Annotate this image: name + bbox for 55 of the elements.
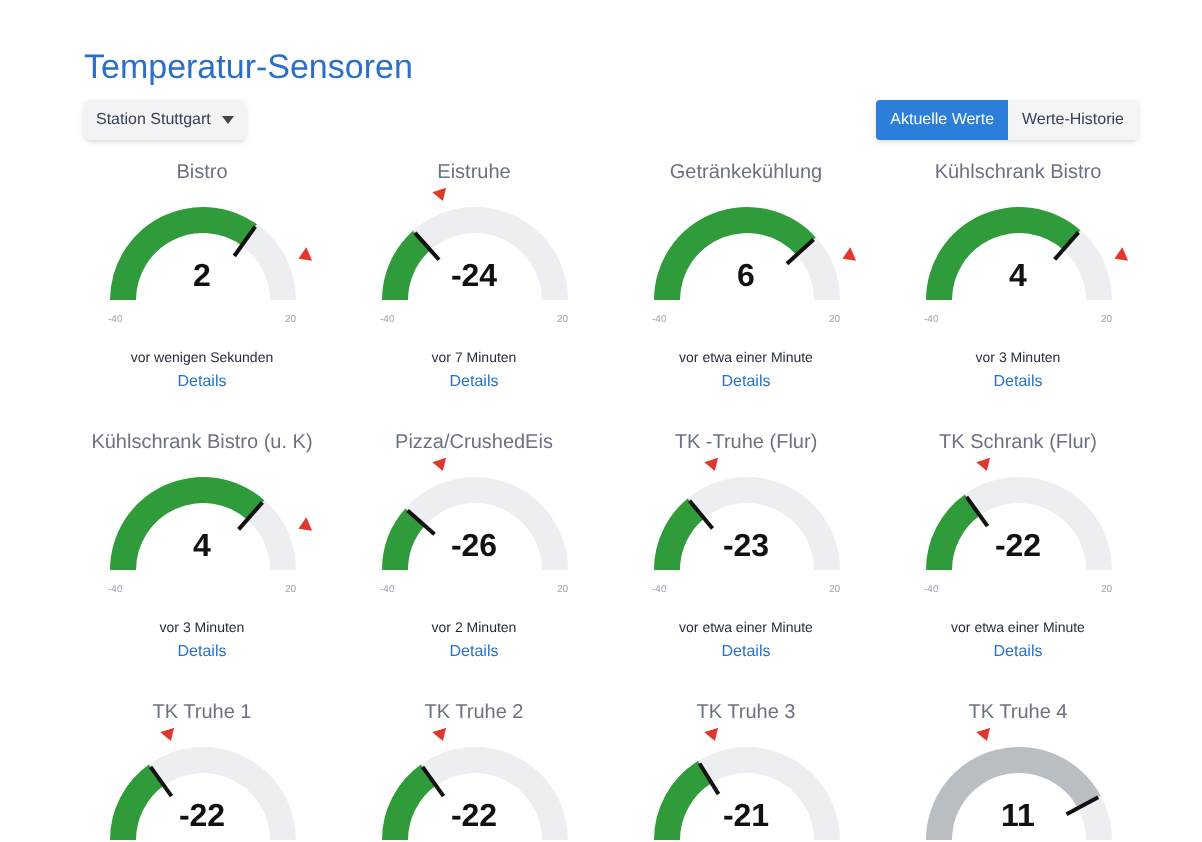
gauge-needle	[1064, 795, 1099, 817]
view-tab[interactable]: Aktuelle Werte	[876, 100, 1009, 140]
details-link[interactable]: Details	[721, 370, 771, 394]
gauge-needle	[1052, 231, 1079, 261]
gauge-needle	[419, 765, 445, 798]
sensor-value: -21	[720, 800, 772, 836]
caret-icon	[222, 116, 235, 124]
sensor-name: Kühlschrank Bistro	[934, 160, 1102, 188]
gauge-needle	[963, 495, 989, 528]
gauge-needle	[784, 238, 814, 266]
sensor-value: -22	[448, 800, 500, 836]
gauge-track	[696, 747, 839, 840]
gauge-needle	[412, 231, 440, 262]
station-dropdown[interactable]: Station Stuttgart	[84, 100, 247, 140]
details-link[interactable]: Details	[449, 640, 499, 664]
sensor-name: TK -Truhe (Flur)	[674, 430, 818, 458]
sensor-value: 6	[735, 260, 757, 296]
sensor-name: TK Truhe 4	[968, 700, 1068, 728]
gauge-needle	[231, 225, 256, 258]
view-tab[interactable]: Werte-Historie	[1008, 100, 1138, 140]
sensor-value: -23	[720, 530, 772, 566]
details-link[interactable]: Details	[993, 370, 1043, 394]
sensor-name: TK Truhe 1	[152, 700, 252, 728]
sensor-value: -22	[992, 530, 1044, 566]
gauge-needle	[405, 508, 435, 536]
sensor-name: TK Truhe 2	[424, 700, 524, 728]
details-link[interactable]: Details	[993, 640, 1043, 664]
details-link[interactable]: Details	[721, 640, 771, 664]
gauge-needle	[687, 499, 714, 530]
gauge-track	[795, 237, 839, 300]
page-title: Temperatur-Sensoren	[84, 48, 415, 88]
gauge-track	[1076, 795, 1111, 840]
details-link[interactable]: Details	[449, 370, 499, 394]
sensor-value: -22	[176, 800, 228, 836]
details-link[interactable]: Details	[177, 370, 227, 394]
sensor-name: Eistruhe	[437, 160, 511, 188]
sensor-value: 2	[191, 260, 213, 296]
gauge-needle	[236, 501, 263, 531]
sensor-value: -24	[448, 260, 500, 296]
sensor-name: Bistro	[176, 160, 228, 188]
sensor-name: TK Schrank (Flur)	[939, 430, 1097, 458]
sensor-value: 4	[1007, 260, 1029, 296]
sensor-value: 4	[191, 530, 213, 566]
gauge-track	[240, 224, 295, 300]
gauge-track	[1062, 230, 1111, 300]
sensor-name: Getränkekühlung	[669, 160, 823, 188]
gauge-track	[246, 500, 295, 570]
details-link[interactable]: Details	[177, 640, 227, 664]
sensor-name: TK Truhe 3	[696, 700, 796, 728]
sensor-name: Kühlschrank Bistro (u. K)	[91, 430, 313, 458]
gauge-needle	[147, 765, 173, 798]
sensor-value: 11	[999, 800, 1037, 836]
gauge-needle	[696, 762, 720, 796]
sensor-value: -26	[448, 530, 500, 566]
sensor-name: Pizza/CrushedEis	[395, 430, 553, 458]
